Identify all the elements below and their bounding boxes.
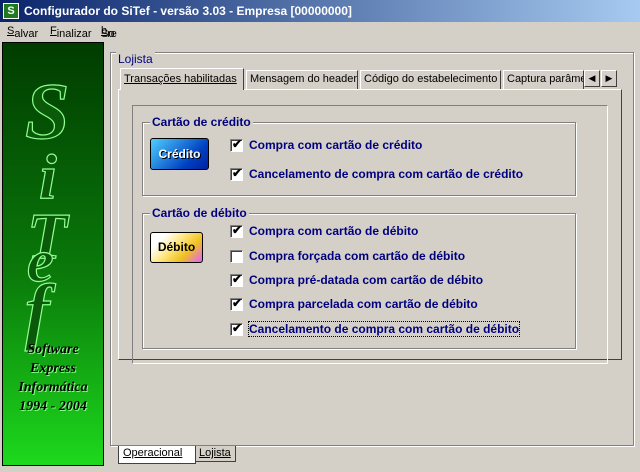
checkbox-compra-debito[interactable]: ✔ — [230, 223, 243, 238]
title-bar: S Configurador do SiTef - versão 3.03 - … — [0, 0, 640, 22]
brand-line-4: 1994 - 2004 — [19, 399, 87, 414]
brand-line-1: Software — [27, 342, 79, 357]
menu-finalizar[interactable]: Finalizar — [50, 25, 92, 40]
lojista-frame-label: Lojista — [116, 52, 155, 66]
tab-codigo-label: Código do estabelecimento — [364, 73, 498, 85]
tab-mensagem-label: Mensagem do header — [250, 73, 358, 85]
label-compra-credito[interactable]: Compra com cartão de crédito — [249, 138, 422, 152]
menu-salvar-accel: S — [7, 25, 15, 37]
check-icon: ✔ — [232, 321, 243, 335]
tab-lojista[interactable]: Lojista — [194, 446, 236, 462]
left-arrow-icon[interactable]: ◀ — [584, 70, 600, 87]
tab-transacoes-label: Transações habilitadas — [124, 73, 237, 85]
menu-sobre-post: re — [107, 28, 117, 40]
brand-line-2: Express — [30, 361, 76, 376]
checkbox-compra-parcelada[interactable]: ✔ — [230, 296, 243, 311]
menu-bar: Salvar Finalizar So b re — [0, 22, 640, 41]
app-icon: S — [3, 3, 19, 19]
check-icon: ✔ — [232, 166, 243, 180]
check-icon: ✔ — [232, 296, 243, 310]
brand-line-3: Informática — [18, 380, 88, 395]
menu-finalizar-accel: F — [50, 25, 57, 37]
label-compra-debito[interactable]: Compra com cartão de débito — [249, 224, 418, 238]
checkbox-compra-credito[interactable]: ✔ — [230, 137, 243, 152]
sitef-logo-panel: S i T e f Software Express Informática 1… — [2, 42, 104, 466]
debit-group-label: Cartão de débito — [150, 206, 249, 220]
tab-operacional[interactable]: Operacional — [118, 446, 196, 464]
check-icon: ✔ — [232, 223, 243, 237]
tab-mensagem-header[interactable]: Mensagem do header — [246, 70, 358, 89]
tab-lojista-label: Lojista — [199, 447, 231, 459]
checkbox-cancel-debito[interactable]: ✔ — [230, 321, 243, 336]
checkbox-cancel-credito[interactable]: ✔ — [230, 166, 243, 181]
check-icon: ✔ — [232, 137, 243, 151]
tab-captura-label: Captura parâmetros — [507, 73, 583, 85]
credit-card-icon: Crédito — [150, 138, 209, 170]
label-compra-pre-datada[interactable]: Compra pré-datada com cartão de débito — [249, 273, 483, 287]
tab-captura-parametros[interactable]: Captura parâmetros — [503, 70, 584, 89]
menu-salvar-post: alvar — [14, 28, 39, 40]
label-compra-parcelada[interactable]: Compra parcelada com cartão de débito — [249, 297, 478, 311]
debit-card-icon: Débito — [150, 232, 203, 263]
menu-sobre[interactable]: So b re — [101, 25, 117, 40]
checkbox-compra-forcada[interactable] — [230, 250, 243, 263]
label-cancel-credito[interactable]: Cancelamento de compra com cartão de cré… — [249, 167, 523, 181]
menu-finalizar-post: inalizar — [56, 28, 92, 40]
window-title: Configurador do SiTef - versão 3.03 - Em… — [24, 4, 352, 18]
right-arrow-icon[interactable]: ▶ — [601, 70, 617, 87]
label-compra-forcada[interactable]: Compra forçada com cartão de débito — [249, 249, 465, 263]
tab-operacional-label: Operacional — [123, 447, 183, 459]
credit-group-label: Cartão de crédito — [150, 115, 253, 129]
tab-transacoes-habilitadas[interactable]: Transações habilitadas — [120, 68, 244, 90]
label-cancel-debito[interactable]: Cancelamento de compra com cartão de déb… — [247, 321, 521, 337]
menu-salvar[interactable]: Salvar — [7, 25, 38, 40]
checkbox-compra-pre-datada[interactable]: ✔ — [230, 272, 243, 287]
tab-codigo-estabelecimento[interactable]: Código do estabelecimento — [360, 70, 501, 89]
check-icon: ✔ — [232, 272, 243, 286]
